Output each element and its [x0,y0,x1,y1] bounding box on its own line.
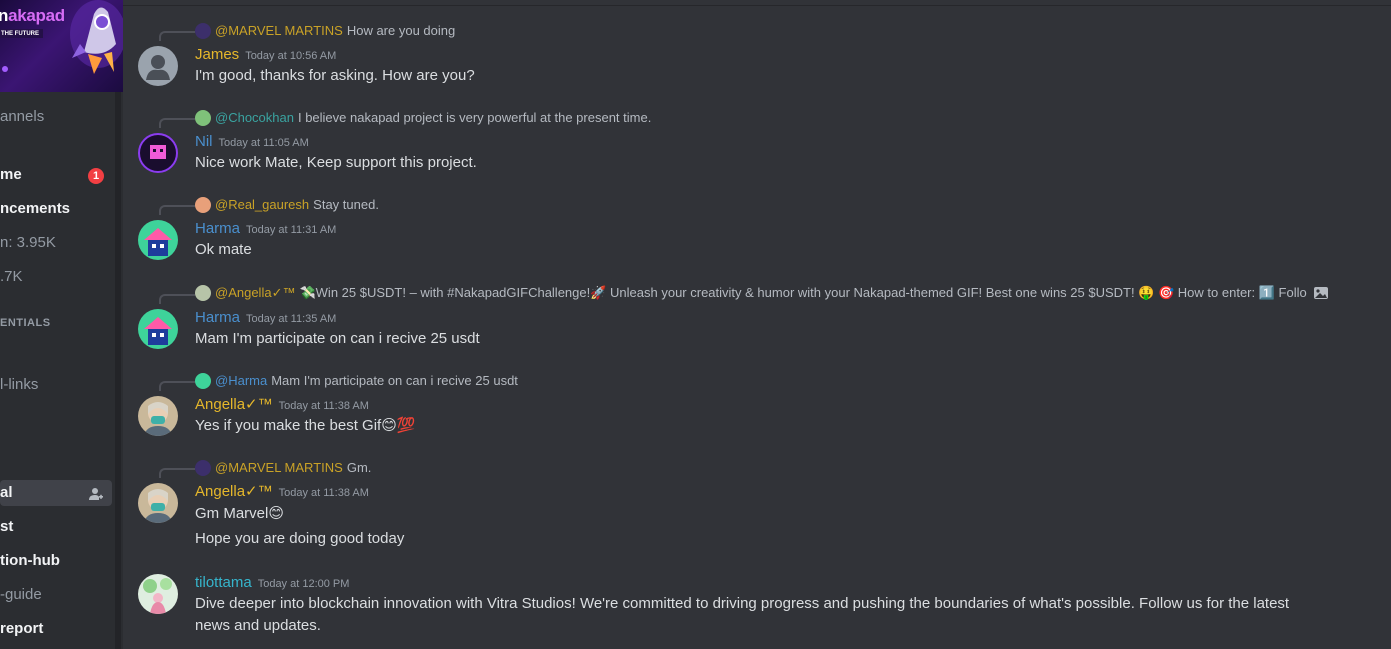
timestamp: Today at 11:38 AM [278,487,369,499]
message-header: Harma Today at 11:31 AM [195,219,336,240]
message-text: Gm Marvel😊 [195,505,284,522]
reply-preview[interactable]: @Angella✓™ 💸Win 25 $USDT! – with #Nakapa… [195,285,1329,301]
message-item[interactable]: @Chocokhan I believe nakapad project is … [123,107,1391,175]
angella-avatar [195,285,211,301]
reply-connector [159,468,195,478]
channel-tion-hub[interactable]: tion-hub [0,548,60,574]
server-banner[interactable]: nakapad THE FUTURE [0,0,123,92]
timestamp: Today at 10:56 AM [245,50,337,62]
message-text: Yes if you make the best Gif😊💯 [195,417,416,434]
author-name[interactable]: Angella✓™ [195,396,273,413]
reply-author[interactable]: @Harma [215,373,267,389]
channel-links[interactable]: l-links [0,372,38,398]
reply-text: Stay tuned. [313,197,379,212]
timestamp: Today at 12:00 PM [257,578,350,590]
banner-tagline: THE FUTURE [0,29,43,38]
author-name[interactable]: tilottama [195,574,252,591]
message-text: Mam I'm participate on can i recive 25 u… [195,330,480,347]
message-header: James Today at 10:56 AM [195,45,336,66]
angella-avatar[interactable] [138,396,178,436]
reply-preview[interactable]: @MARVEL MARTINS Gm. [195,460,371,476]
harma-avatar[interactable] [138,220,178,260]
reply-connector [159,118,195,128]
tilottama-avatar[interactable] [138,574,178,614]
marvel-avatar [195,23,211,39]
channel-welcome[interactable]: me [0,162,22,188]
message-header: Angella✓™ Today at 11:38 AM [195,395,369,416]
reply-text: How are you doing [346,23,456,38]
channel-member-count[interactable]: n: 3.95K [0,230,56,256]
add-member-icon[interactable] [88,486,104,502]
channel-sidebar: nakapad THE FUTURE annels me 1 ncements … [0,0,123,649]
message-text: Hope you are doing good today [195,530,405,547]
reply-author[interactable]: @Angella✓™ [215,285,295,301]
reply-connector [159,205,195,215]
message-item[interactable]: @MARVEL MARTINS How are you doing James T… [123,20,1391,88]
channel-stat[interactable]: .7K [0,264,23,290]
reply-author[interactable]: @MARVEL MARTINS [215,460,343,476]
reply-text: Gm. [346,460,372,475]
harma-avatar[interactable] [138,309,178,349]
message-text: Ok mate [195,241,252,258]
timestamp: Today at 11:38 AM [278,400,369,412]
message-header: Harma Today at 11:35 AM [195,308,336,329]
reply-author[interactable]: @Chocokhan [215,110,294,126]
marvel-avatar [195,460,211,476]
channel-general-label: al [0,484,13,501]
reply-preview[interactable]: @MARVEL MARTINS How are you doing [195,23,455,39]
channel-report[interactable]: report [0,616,43,642]
image-attachment-icon[interactable] [1313,285,1329,301]
channel-announcements[interactable]: ncements [0,196,70,222]
author-name[interactable]: Harma [195,309,240,326]
reply-connector [159,294,195,304]
category-essentials[interactable]: ENTIALS [0,310,51,336]
server-logo-text: nakapad [0,6,65,25]
channels-link[interactable]: annels [0,104,44,130]
reply-preview[interactable]: @Harma Mam I'm participate on can i reci… [195,373,518,389]
nil-avatar[interactable] [138,133,178,173]
angella-avatar[interactable] [138,483,178,523]
author-name[interactable]: Angella✓™ [195,483,273,500]
banner-glow-dot [2,66,8,72]
message-text: news and updates. [195,617,321,634]
reply-connector [159,381,195,391]
author-name[interactable]: James [195,46,239,63]
message-text: Dive deeper into blockchain innovation w… [195,595,1290,612]
message-item[interactable]: @Real_gauresh Stay tuned. Harma Today at … [123,194,1391,262]
author-name[interactable]: Nil [195,133,213,150]
rocket-icon [70,0,123,74]
channel-st[interactable]: st [0,514,13,540]
james-avatar[interactable] [138,46,178,86]
reply-author[interactable]: @Real_gauresh [215,197,309,213]
header-divider [123,5,1391,6]
gauresh-avatar [195,197,211,213]
reply-preview[interactable]: @Chocokhan I believe nakapad project is … [195,110,651,126]
reply-text: Mam I'm participate on can i recive 25 u… [271,373,518,388]
message-item[interactable]: @Angella✓™ 💸Win 25 $USDT! – with #Nakapa… [123,283,1391,351]
timestamp: Today at 11:31 AM [246,224,337,236]
message-header: Angella✓™ Today at 11:38 AM [195,482,369,503]
reply-text: I believe nakapad project is very powerf… [297,110,652,125]
message-text: Nice work Mate, Keep support this projec… [195,154,477,171]
message-text: I'm good, thanks for asking. How are you… [195,67,475,84]
reply-connector [159,31,195,41]
timestamp: Today at 11:05 AM [218,137,309,149]
reply-preview[interactable]: @Real_gauresh Stay tuned. [195,197,379,213]
message-header: Nil Today at 11:05 AM [195,132,309,153]
channel-guide[interactable]: -guide [0,582,42,608]
sidebar-scrollbar[interactable] [115,92,121,649]
reply-text: 💸Win 25 $USDT! – with #NakapadGIFChallen… [299,285,1307,300]
message-item[interactable]: tilottama Today at 12:00 PM Dive deeper i… [123,572,1391,642]
message-header: tilottama Today at 12:00 PM [195,573,349,594]
reply-author[interactable]: @MARVEL MARTINS [215,23,343,39]
message-item[interactable]: @MARVEL MARTINS Gm. Angella✓™ Today at 11… [123,457,1391,557]
author-name[interactable]: Harma [195,220,240,237]
harma-avatar [195,373,211,389]
chocokhan-avatar [195,110,211,126]
unread-badge: 1 [88,168,104,184]
timestamp: Today at 11:35 AM [246,313,337,325]
message-item[interactable]: @Harma Mam I'm participate on can i reci… [123,370,1391,438]
message-list: @MARVEL MARTINS How are you doing James T… [123,0,1391,649]
